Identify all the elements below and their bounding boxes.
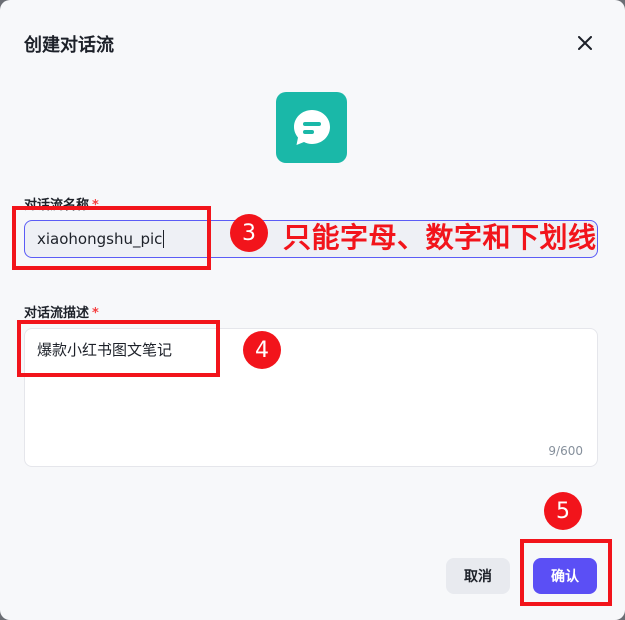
- create-dialogflow-dialog: 创建对话流 对话流名称 * xiaohongshu_pic 对话流描述 * 爆款小红…: [0, 0, 625, 620]
- highlight-box-confirm: [520, 539, 612, 606]
- step-badge-5: 5: [544, 492, 582, 530]
- required-mark: *: [92, 306, 99, 321]
- chat-bubble-icon: [293, 109, 330, 145]
- step3-note: 只能字母、数字和下划线: [283, 221, 597, 254]
- step-badge-4: 4: [243, 331, 281, 369]
- app-icon[interactable]: [276, 92, 347, 163]
- dialog-title: 创建对话流: [24, 35, 114, 56]
- close-button[interactable]: [572, 30, 598, 56]
- desc-label-text: 对话流描述: [24, 306, 90, 321]
- cancel-button[interactable]: 取消: [446, 558, 510, 594]
- desc-label: 对话流描述 *: [24, 302, 99, 321]
- highlight-box-description: [17, 320, 220, 377]
- char-counter: 9/600: [548, 444, 583, 458]
- close-icon: [578, 36, 592, 50]
- step-badge-3: 3: [230, 214, 268, 252]
- highlight-box-name: [12, 206, 211, 270]
